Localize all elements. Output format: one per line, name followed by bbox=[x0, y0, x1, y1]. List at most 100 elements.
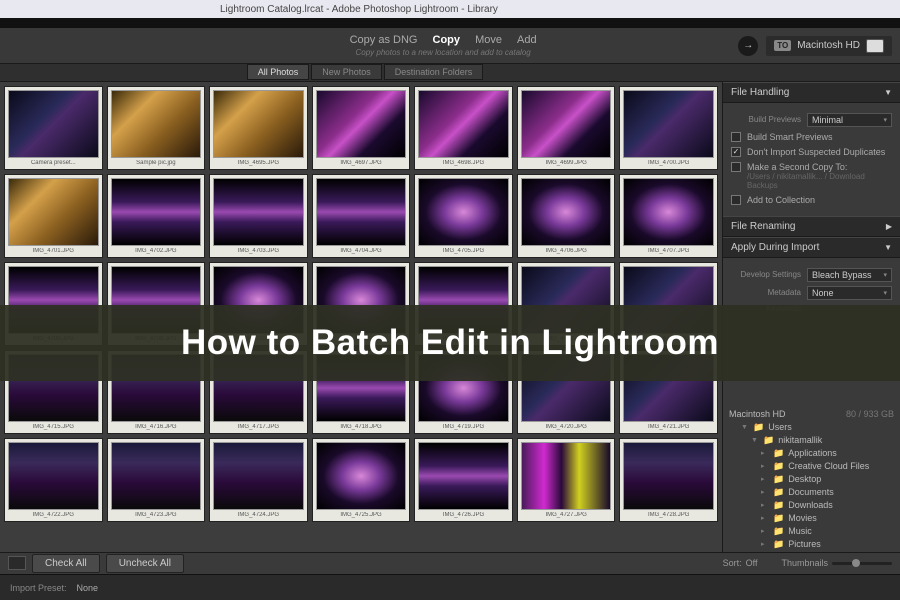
thumbnail-cell[interactable]: IMG_4724.JPG bbox=[209, 438, 308, 522]
tree-item[interactable]: ▼📁nikitamallik bbox=[741, 434, 894, 447]
thumbnail-cell[interactable]: IMG_4707.JPG bbox=[619, 174, 718, 258]
tree-label: nikitamallik bbox=[778, 435, 822, 445]
thumbnail-cell[interactable]: IMG_4723.JPG bbox=[107, 438, 206, 522]
thumbnail-cell[interactable]: IMG_4697.JPG bbox=[312, 86, 411, 170]
panel-apply-import-header[interactable]: Apply During Import▼ bbox=[723, 237, 900, 258]
uncheck-all-button[interactable]: Uncheck All bbox=[106, 554, 184, 573]
thumbnail-cell[interactable]: IMG_4727.JPG bbox=[517, 438, 616, 522]
thumbnail-cell[interactable]: IMG_4706.JPG bbox=[517, 174, 616, 258]
thumbnail-cell[interactable]: IMG_4719.JPG bbox=[414, 350, 513, 434]
thumbnail-cell[interactable]: IMG_4710.JPG bbox=[209, 262, 308, 346]
tree-item[interactable]: ▸📁Downloads bbox=[741, 499, 894, 512]
tree-label: Movies bbox=[788, 513, 817, 523]
thumbnail-cell[interactable]: IMG_4715.JPG bbox=[4, 350, 103, 434]
mode-copy-dng[interactable]: Copy as DNG bbox=[350, 34, 418, 46]
thumbnail-cell[interactable]: IMG_4714.JPG bbox=[619, 262, 718, 346]
mode-copy[interactable]: Copy bbox=[433, 34, 461, 46]
metadata-select[interactable]: None bbox=[807, 286, 892, 300]
tree-item[interactable]: ▸📁Pictures bbox=[741, 538, 894, 551]
tree-label: Documents bbox=[788, 487, 834, 497]
build-previews-label: Build Previews bbox=[731, 115, 801, 124]
add-collection-checkbox[interactable] bbox=[731, 195, 741, 205]
thumbnail-cell[interactable]: IMG_4725.JPG bbox=[312, 438, 411, 522]
thumbnail-cell[interactable]: Sample pic.jpg bbox=[107, 86, 206, 170]
thumbnail-cell[interactable]: IMG_4712.JPG bbox=[414, 262, 513, 346]
panel-file-renaming-title: File Renaming bbox=[731, 221, 795, 232]
thumbnail-image bbox=[8, 90, 99, 158]
tree-item[interactable]: ▸📁Music bbox=[741, 525, 894, 538]
tree-item[interactable]: ▸📁Applications bbox=[741, 447, 894, 460]
import-preset-value[interactable]: None bbox=[77, 583, 99, 593]
tree-disclosure-icon: ▸ bbox=[761, 475, 769, 483]
tab-all-photos[interactable]: All Photos bbox=[247, 64, 310, 80]
no-duplicates-checkbox[interactable]: ✓ bbox=[731, 147, 741, 157]
folder-icon: 📁 bbox=[773, 448, 784, 459]
panel-file-handling-header[interactable]: File Handling▼ bbox=[723, 82, 900, 103]
thumbnail-caption: IMG_4718.JPG bbox=[316, 424, 407, 430]
thumbnail-cell[interactable]: IMG_4703.JPG bbox=[209, 174, 308, 258]
second-copy-checkbox[interactable] bbox=[731, 162, 741, 172]
thumbnail-caption: Camera preset... bbox=[8, 160, 99, 166]
to-badge: TO bbox=[774, 40, 791, 51]
thumbnail-cell[interactable]: IMG_4704.JPG bbox=[312, 174, 411, 258]
thumbnail-cell[interactable]: IMG_4713.JPG bbox=[517, 262, 616, 346]
smart-previews-checkbox[interactable] bbox=[731, 132, 741, 142]
tree-item[interactable]: ▸📁Documents bbox=[741, 486, 894, 499]
thumbnail-cell[interactable]: IMG_4708.JPG bbox=[4, 262, 103, 346]
thumbnail-cell[interactable]: IMG_4711.JPG bbox=[312, 262, 411, 346]
destination-arrow-icon[interactable]: → bbox=[738, 36, 758, 56]
thumbnail-cell[interactable]: IMG_4720.JPG bbox=[517, 350, 616, 434]
check-all-button[interactable]: Check All bbox=[32, 554, 100, 573]
thumbnail-image bbox=[316, 266, 407, 334]
sort-value[interactable]: Off bbox=[746, 558, 758, 568]
thumbnail-image bbox=[623, 90, 714, 158]
thumbnail-cell[interactable]: IMG_4701.JPG bbox=[4, 174, 103, 258]
thumbnail-cell[interactable]: IMG_4717.JPG bbox=[209, 350, 308, 434]
tree-item[interactable]: ▸📁Movies bbox=[741, 512, 894, 525]
mode-add[interactable]: Add bbox=[517, 34, 537, 46]
build-previews-select[interactable]: Minimal bbox=[807, 113, 892, 127]
thumbnail-caption: IMG_4713.JPG bbox=[521, 336, 612, 342]
thumbnail-cell[interactable]: IMG_4698.JPG bbox=[414, 86, 513, 170]
thumbnail-cell[interactable]: IMG_4700.JPG bbox=[619, 86, 718, 170]
tree-item[interactable]: ▸📁Desktop bbox=[741, 473, 894, 486]
thumbnail-cell[interactable]: IMG_4718.JPG bbox=[312, 350, 411, 434]
thumbnail-caption: IMG_4708.JPG bbox=[8, 336, 99, 342]
thumbnail-cell[interactable]: IMG_4716.JPG bbox=[107, 350, 206, 434]
thumbnail-image bbox=[623, 354, 714, 422]
thumbnail-cell[interactable]: IMG_4705.JPG bbox=[414, 174, 513, 258]
thumbnail-cell[interactable]: IMG_4721.JPG bbox=[619, 350, 718, 434]
thumbnail-cell[interactable]: IMG_4699.JPG bbox=[517, 86, 616, 170]
tree-item[interactable]: ▼📁Users bbox=[741, 421, 894, 434]
thumbnail-cell[interactable]: IMG_4709.JPG bbox=[107, 262, 206, 346]
thumbnail-size-slider[interactable] bbox=[832, 562, 892, 565]
panel-file-renaming-header[interactable]: File Renaming▶ bbox=[723, 216, 900, 237]
thumbnail-cell[interactable]: IMG_4702.JPG bbox=[107, 174, 206, 258]
thumbnail-caption: IMG_4697.JPG bbox=[316, 160, 407, 166]
thumbnail-cell[interactable]: IMG_4695.JPG bbox=[209, 86, 308, 170]
thumbnail-image bbox=[111, 442, 202, 510]
grid-view-toggle[interactable] bbox=[8, 556, 26, 570]
thumbnail-caption: IMG_4707.JPG bbox=[623, 248, 714, 254]
thumbnail-cell[interactable]: IMG_4726.JPG bbox=[414, 438, 513, 522]
thumbnail-caption: IMG_4724.JPG bbox=[213, 512, 304, 518]
tab-new-photos[interactable]: New Photos bbox=[311, 64, 382, 80]
import-topbar: Copy as DNG Copy Move Add Copy photos to… bbox=[0, 28, 900, 64]
thumbnail-caption: IMG_4701.JPG bbox=[8, 248, 99, 254]
thumbnail-cell[interactable]: IMG_4722.JPG bbox=[4, 438, 103, 522]
destination-picker[interactable]: TO Macintosh HD bbox=[766, 36, 892, 56]
thumbnail-caption: IMG_4702.JPG bbox=[111, 248, 202, 254]
import-preset-label: Import Preset: bbox=[10, 583, 67, 593]
tree-item[interactable]: ▸📁Creative Cloud Files bbox=[741, 460, 894, 473]
thumbnail-cell[interactable]: IMG_4728.JPG bbox=[619, 438, 718, 522]
thumbnail-image bbox=[111, 266, 202, 334]
window-titlebar: Lightroom Catalog.lrcat - Adobe Photosho… bbox=[0, 0, 900, 18]
develop-settings-select[interactable]: Bleach Bypass bbox=[807, 268, 892, 282]
thumbnail-cell[interactable]: Camera preset... bbox=[4, 86, 103, 170]
mode-move[interactable]: Move bbox=[475, 34, 502, 46]
destination-name: Macintosh HD bbox=[797, 40, 860, 51]
thumbnail-image bbox=[316, 178, 407, 246]
tab-destination-folders[interactable]: Destination Folders bbox=[384, 64, 484, 80]
add-collection-label: Add to Collection bbox=[747, 195, 815, 205]
tree-disclosure-icon: ▸ bbox=[761, 501, 769, 509]
